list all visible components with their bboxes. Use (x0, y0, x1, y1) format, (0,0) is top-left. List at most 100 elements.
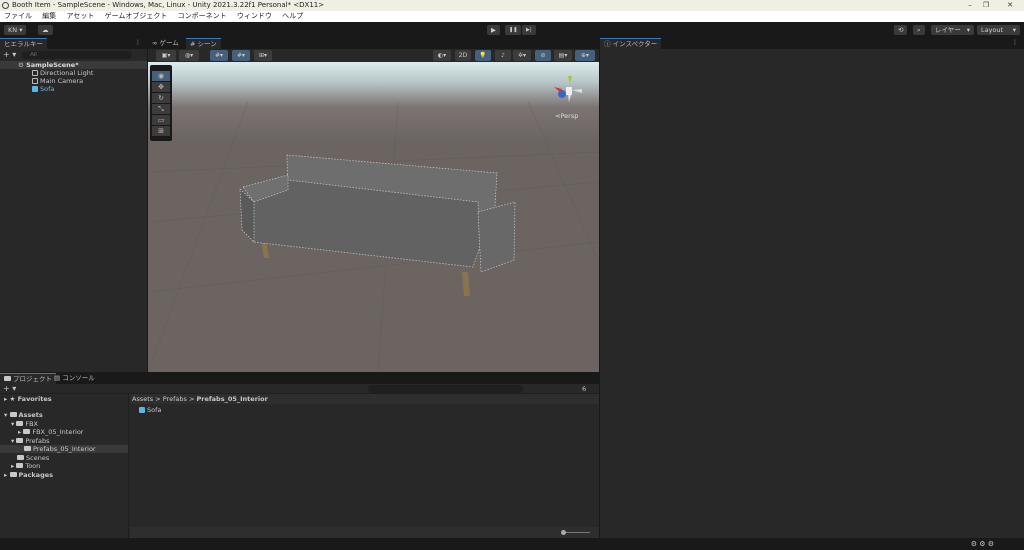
title-bar: Booth Item - SampleScene - Windows, Mac,… (0, 0, 1024, 11)
icon-size-slider[interactable] (562, 532, 590, 533)
grid-snap-button[interactable]: #▾ (210, 50, 228, 61)
render-mode-button[interactable]: ◍▾ (179, 50, 199, 61)
step-button[interactable]: ▶| (522, 25, 536, 35)
menu-window[interactable]: ウィンドウ (237, 12, 272, 20)
projection-label[interactable]: ⋖Persp (555, 112, 578, 120)
draw-mode-button[interactable]: ▣▾ (156, 50, 176, 61)
project-toolbar: + ▾ 6 (0, 384, 599, 394)
slider-thumb[interactable] (561, 530, 566, 535)
move-tool-icon[interactable]: ✥ (152, 82, 170, 92)
cloud-button[interactable]: ☁ (38, 25, 53, 35)
project-search-input[interactable] (368, 385, 523, 393)
menu-gameobject[interactable]: ゲームオブジェクト (105, 12, 168, 20)
breadcrumb: Assets > Prefabs > Prefabs_05_Interior (130, 394, 599, 404)
scene-panel: ∞ ゲーム # シーン ▣▾ ◍▾ #▾ #▾ ⊞▾ ◐▾ 2D 💡 ♪ ✲▾ … (148, 38, 599, 372)
pause-button[interactable]: ❚❚ (505, 25, 522, 35)
folder-icon (16, 438, 24, 443)
folder-icon (24, 446, 31, 451)
align-button[interactable]: ⊞▾ (254, 50, 272, 61)
tab-game[interactable]: ∞ ゲーム (148, 38, 183, 49)
tree-fbx[interactable]: ▾ FBX (11, 420, 38, 428)
tree-label: Packages (18, 471, 53, 479)
tab-hierarchy[interactable]: ヒエラルキー (0, 38, 47, 49)
play-button[interactable]: ▶ (487, 25, 500, 35)
history-button[interactable]: ⟲ (894, 25, 908, 35)
gizmos-button[interactable]: ⊕▾ (575, 50, 595, 61)
more-icon[interactable]: ⋮ (1012, 39, 1018, 46)
hierarchy-item[interactable]: Main Camera (32, 77, 83, 85)
menu-edit[interactable]: 編集 (42, 12, 56, 20)
view-tool-icon[interactable]: ◉ (152, 71, 170, 81)
scene-row[interactable]: ⚙ SampleScene* (0, 61, 147, 69)
folder-icon (16, 421, 24, 426)
rotate-tool-icon[interactable]: ↻ (152, 93, 170, 103)
search-button[interactable]: ⌕ (913, 25, 925, 35)
tab-label: ゲーム (159, 39, 179, 47)
hierarchy-panel: ヒエラルキー ⋮ + ▾ ⚙ SampleScene* Directional … (0, 38, 147, 372)
tab-console[interactable]: ▤ コンソール (50, 373, 99, 384)
tree-prefabs-interior[interactable]: Prefabs_05_Interior (0, 445, 128, 453)
tree-label: Prefabs (25, 437, 50, 445)
tree-label: FBX (25, 420, 38, 428)
account-button[interactable]: KN ▾ (4, 25, 27, 35)
status-bar: ⚙ ⚙ ⚙ (0, 538, 1024, 550)
tools-overlay: ◉ ✥ ↻ ⤡ ▭ ⊞ (150, 65, 172, 141)
close-button[interactable]: ✕ (998, 0, 1022, 11)
scene-viewport[interactable]: ◉ ✥ ↻ ⤡ ▭ ⊞ ⋖Persp (148, 62, 599, 372)
tab-scene[interactable]: # シーン (186, 38, 221, 49)
chevron-down-icon: ▾ (966, 26, 970, 34)
tree-prefabs[interactable]: ▾ Prefabs (11, 437, 49, 445)
tree-scenes[interactable]: Scenes (17, 454, 49, 462)
breadcrumb-assets[interactable]: Assets (132, 395, 153, 403)
hierarchy-toolbar: + ▾ (0, 49, 147, 61)
tree-label: Favorites (17, 395, 52, 403)
folder-icon (17, 455, 24, 460)
sofa-model[interactable] (148, 62, 599, 372)
menu-component[interactable]: コンポーネント (178, 12, 227, 20)
add-button[interactable]: + ▾ (3, 51, 16, 59)
tab-label: シーン (197, 40, 217, 48)
hierarchy-item[interactable]: Directional Light (32, 69, 93, 77)
hidden-objects-toggle[interactable]: ⊘ (535, 50, 551, 61)
menu-help[interactable]: ヘルプ (282, 12, 303, 20)
transform-tool-icon[interactable]: ⊞ (152, 126, 170, 136)
effects-button[interactable]: ✲▾ (513, 50, 531, 61)
tree-assets[interactable]: ▾ Assets (4, 411, 43, 419)
tree-toon[interactable]: ▸ Toon (11, 462, 40, 470)
tree-packages[interactable]: ▸ Packages (4, 471, 53, 479)
inspector-panel: ⓘ インスペクター ⋮ (600, 38, 1024, 538)
lock-icon[interactable]: ⋮ (135, 39, 141, 46)
maximize-button[interactable]: ❐ (974, 0, 998, 11)
snap-increment-button[interactable]: #▾ (232, 50, 250, 61)
layers-dropdown[interactable]: レイヤー ▾ (931, 25, 974, 35)
add-asset-button[interactable]: + ▾ (3, 385, 16, 393)
asset-item[interactable]: Sofa (139, 406, 161, 414)
asset-label: Sofa (147, 406, 162, 414)
orientation-gizmo[interactable] (554, 76, 582, 102)
item-label: Sofa (40, 85, 55, 93)
menu-file[interactable]: ファイル (4, 12, 32, 20)
hierarchy-tabbar: ヒエラルキー ⋮ (0, 38, 147, 49)
folder-icon (4, 376, 11, 381)
hidden-packages-count[interactable]: 6 (582, 385, 586, 393)
layout-dropdown[interactable]: Layout ▾ (977, 25, 1020, 35)
tree-fbx-interior[interactable]: ▸ FBX_05_Interior (18, 428, 83, 436)
layers-label: レイヤー (935, 26, 961, 34)
status-icons[interactable]: ⚙ ⚙ ⚙ (971, 540, 994, 548)
rect-tool-icon[interactable]: ▭ (152, 115, 170, 125)
menu-assets[interactable]: アセット (66, 12, 94, 20)
hierarchy-search-input[interactable] (22, 51, 132, 59)
lighting-toggle[interactable]: 💡 (475, 50, 491, 61)
tab-project[interactable]: プロジェクト (0, 373, 56, 384)
audio-toggle[interactable]: ♪ (495, 50, 511, 61)
2d-toggle[interactable]: 2D (455, 50, 471, 61)
camera-orbit-button[interactable]: ◐▾ (433, 50, 451, 61)
scale-tool-icon[interactable]: ⤡ (152, 104, 170, 114)
breadcrumb-prefabs[interactable]: Prefabs (163, 395, 187, 403)
project-tabbar: プロジェクト ▤ コンソール (0, 373, 599, 384)
hierarchy-item[interactable]: Sofa (32, 85, 54, 93)
tab-inspector[interactable]: ⓘ インスペクター (600, 38, 662, 49)
camera-settings-button[interactable]: ▤▾ (554, 50, 572, 61)
breadcrumb-current[interactable]: Prefabs_05_Interior (196, 395, 267, 403)
tree-favorites[interactable]: ▸ ★ Favorites (4, 395, 52, 403)
